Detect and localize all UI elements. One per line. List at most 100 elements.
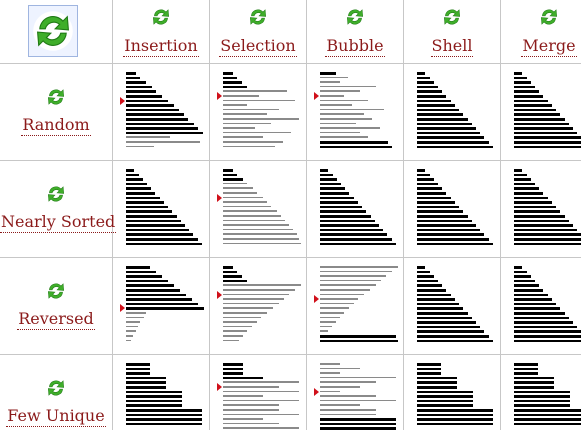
array-bar xyxy=(126,422,202,426)
array-bar xyxy=(126,293,186,297)
algorithm-label[interactable]: Selection xyxy=(219,36,297,57)
array-bar xyxy=(320,196,354,200)
array-bar xyxy=(320,418,396,421)
array-bar xyxy=(126,302,198,306)
array-bar xyxy=(223,418,263,420)
sort-animation-selection-reversed[interactable] xyxy=(217,266,305,350)
array-bar xyxy=(514,104,552,107)
array-bar xyxy=(417,298,455,301)
input-label[interactable]: Nearly Sorted xyxy=(0,212,117,233)
array-bar xyxy=(126,145,154,148)
array-bar xyxy=(417,205,459,209)
array-bar xyxy=(514,136,581,139)
sort-animation-shell-nearly-sorted[interactable] xyxy=(411,169,499,253)
array-bar xyxy=(417,302,459,306)
array-bar xyxy=(514,321,573,324)
algorithm-label[interactable]: Merge xyxy=(521,36,577,57)
array-bar xyxy=(126,275,162,278)
array-bar xyxy=(514,335,581,338)
array-bar xyxy=(417,422,493,426)
array-bar xyxy=(514,219,569,223)
sort-animation-selection-few-unique[interactable] xyxy=(217,363,305,431)
array-bar xyxy=(320,386,360,388)
refresh-icon[interactable] xyxy=(45,377,67,399)
array-bar xyxy=(417,99,451,103)
column-header-merge: Merge xyxy=(501,0,581,64)
array-bar xyxy=(514,187,539,190)
refresh-icon[interactable] xyxy=(344,6,366,28)
sort-animation-merge-few-unique[interactable] xyxy=(508,363,581,431)
array-bar xyxy=(320,395,376,397)
array-bar xyxy=(320,228,383,232)
sort-animation-bubble-nearly-sorted[interactable] xyxy=(314,169,402,253)
array-bar xyxy=(320,381,376,383)
sort-animation-insertion-random[interactable] xyxy=(120,72,208,156)
array-bar xyxy=(126,312,146,314)
refresh-icon[interactable] xyxy=(247,6,269,28)
algorithm-label[interactable]: Bubble xyxy=(325,36,385,57)
array-bar xyxy=(417,395,473,398)
current-position-marker xyxy=(314,295,319,304)
array-bar xyxy=(126,321,140,323)
sort-animation-merge-reversed[interactable] xyxy=(508,266,581,350)
refresh-icon[interactable] xyxy=(45,183,67,205)
refresh-icon[interactable] xyxy=(538,6,560,28)
array-bar xyxy=(223,339,239,342)
sort-animation-selection-random[interactable] xyxy=(217,72,305,156)
array-bar xyxy=(514,372,538,375)
array-bar xyxy=(223,233,297,235)
array-bar xyxy=(126,136,170,138)
array-bar xyxy=(320,409,376,411)
sort-animation-shell-random[interactable] xyxy=(411,72,499,156)
array-bar xyxy=(126,169,134,172)
sort-animation-selection-nearly-sorted[interactable] xyxy=(217,169,305,253)
input-label[interactable]: Few Unique xyxy=(6,406,106,427)
current-position-marker xyxy=(217,193,222,202)
array-bar xyxy=(320,422,396,426)
sort-animation-merge-nearly-sorted[interactable] xyxy=(508,169,581,253)
array-bar xyxy=(514,81,531,84)
array-bar xyxy=(223,395,263,397)
sort-animation-insertion-few-unique[interactable] xyxy=(120,363,208,431)
sort-animation-insertion-nearly-sorted[interactable] xyxy=(120,169,208,253)
array-bar xyxy=(223,228,293,231)
input-label[interactable]: Reversed xyxy=(17,309,95,330)
sort-animation-shell-few-unique[interactable] xyxy=(411,363,499,431)
refresh-icon[interactable] xyxy=(441,6,463,28)
array-bar xyxy=(126,95,162,98)
array-bar xyxy=(514,307,560,310)
sort-animation-bubble-few-unique[interactable] xyxy=(314,363,402,431)
array-bar xyxy=(126,228,189,232)
sort-animation-merge-random[interactable] xyxy=(508,72,581,156)
grid-line xyxy=(403,0,404,430)
array-bar xyxy=(417,339,493,343)
array-bar xyxy=(320,215,371,218)
array-bar xyxy=(320,169,328,172)
array-bar xyxy=(320,302,354,305)
array-bar xyxy=(320,270,392,273)
array-bar xyxy=(126,233,193,236)
input-label[interactable]: Random xyxy=(21,115,91,136)
array-bar xyxy=(223,169,233,172)
algorithm-label[interactable]: Shell xyxy=(430,36,474,57)
array-bar xyxy=(223,81,242,84)
array-bar xyxy=(223,270,237,274)
sort-animation-bubble-reversed[interactable] xyxy=(314,266,402,350)
algorithm-label[interactable]: Insertion xyxy=(123,36,199,57)
array-bar xyxy=(514,76,527,80)
refresh-icon[interactable] xyxy=(45,280,67,302)
array-bar xyxy=(223,238,299,240)
array-bar xyxy=(223,219,285,222)
array-bar xyxy=(514,113,560,116)
array-bar xyxy=(223,312,267,314)
array-bar xyxy=(223,173,237,177)
sort-animation-insertion-reversed[interactable] xyxy=(120,266,208,350)
array-bar xyxy=(320,339,398,343)
refresh-icon[interactable] xyxy=(150,6,172,28)
play-all-button[interactable] xyxy=(28,5,78,57)
sort-animation-shell-reversed[interactable] xyxy=(411,266,499,350)
refresh-icon[interactable] xyxy=(45,86,67,108)
array-bar xyxy=(126,418,202,421)
sort-animation-bubble-random[interactable] xyxy=(314,72,402,156)
array-bar xyxy=(417,325,480,329)
